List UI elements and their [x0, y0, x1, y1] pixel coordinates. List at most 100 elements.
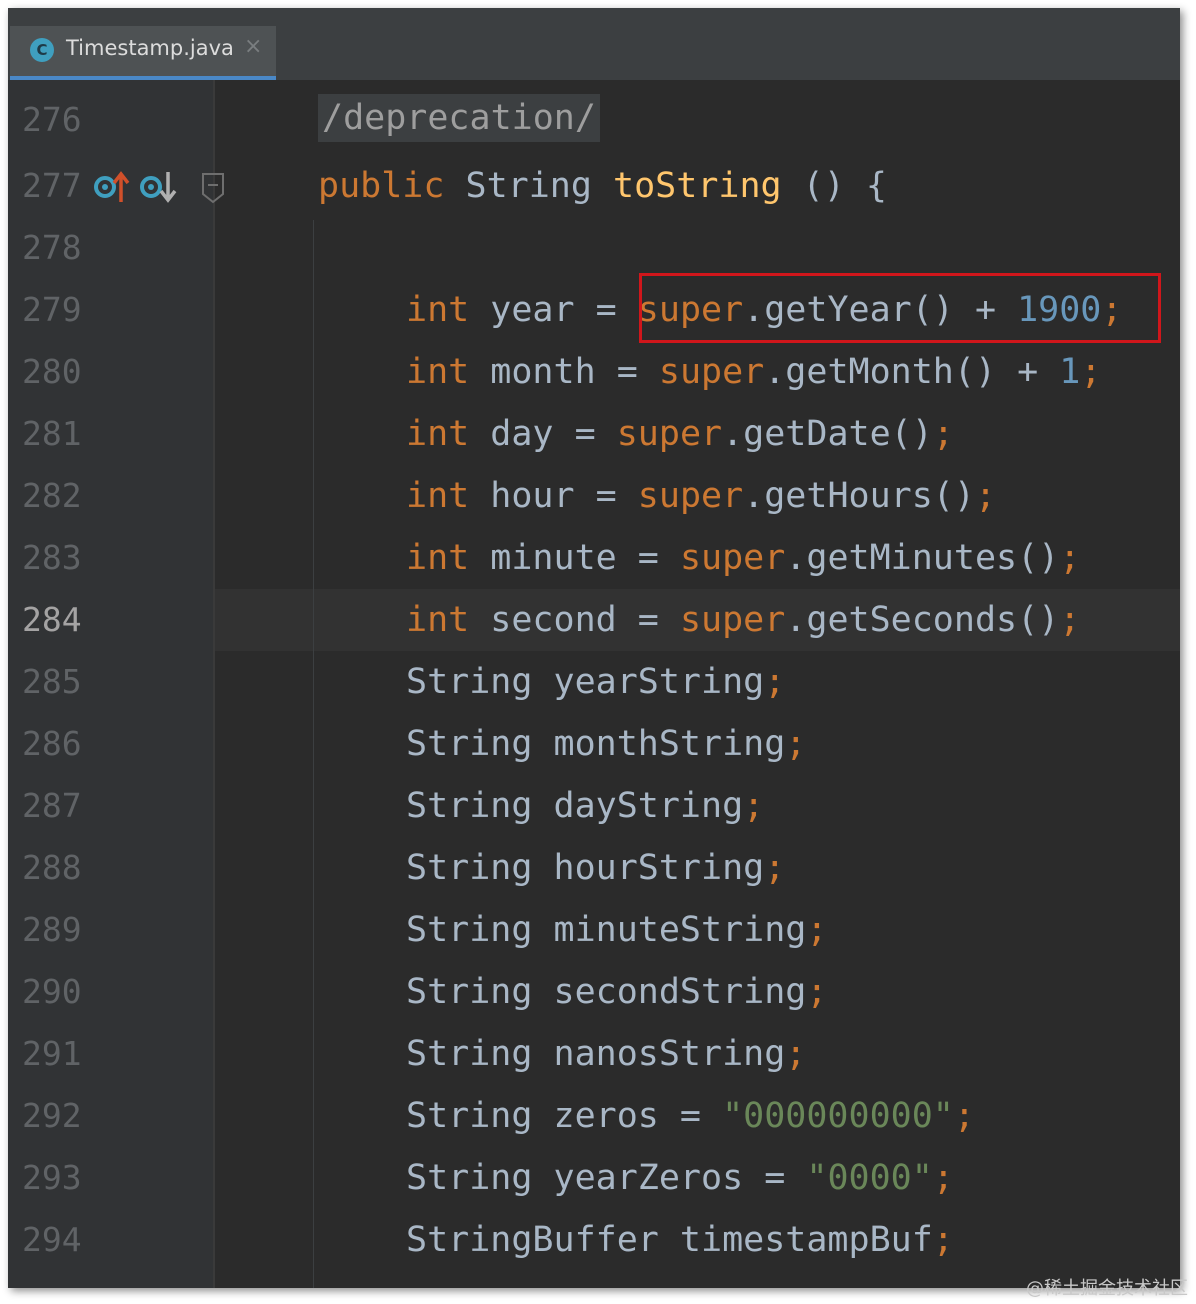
- code-text: int day = super.getDate();: [406, 414, 954, 454]
- token-semicolon: ;: [974, 476, 997, 516]
- token-decl: String secondString: [406, 972, 807, 1012]
- token-semicolon: ;: [932, 1158, 954, 1198]
- code-text: String yearZeros = "0000";: [406, 1158, 954, 1198]
- line-number: 292: [22, 1096, 82, 1135]
- token-keyword: int: [406, 352, 470, 392]
- token-semicolon: ;: [932, 414, 954, 454]
- token-keyword: int: [406, 476, 470, 516]
- line-number: 277: [22, 166, 82, 205]
- token-semicolon: ;: [1080, 352, 1102, 392]
- line-number: 291: [22, 1034, 82, 1073]
- token-semicolon: ;: [806, 972, 828, 1012]
- code-text: int month = super.getMonth() + 1;: [406, 352, 1101, 392]
- token-ident: hour =: [469, 476, 638, 516]
- token-ident: minute =: [469, 538, 680, 578]
- token-decl: StringBuffer timestampBuf: [406, 1220, 933, 1260]
- code-text: public String toString () {: [318, 166, 887, 206]
- token-call: .getMonth() +: [764, 352, 1060, 392]
- token-string: "000000000": [722, 1096, 954, 1136]
- code-text: String minuteString;: [406, 910, 827, 950]
- code-line: 282 int hour = super.getHours();: [8, 468, 1180, 530]
- line-number: 287: [22, 786, 82, 825]
- code-line-current: 284 int second = super.getSeconds();: [8, 592, 1180, 654]
- editor-window: C Timestamp.java × 276 /deprecation/ 277: [8, 8, 1180, 1288]
- token-semicolon: ;: [1059, 538, 1081, 578]
- line-number: 282: [22, 476, 82, 515]
- code-line: 283 int minute = super.getMinutes();: [8, 530, 1180, 592]
- token-string: "0000": [806, 1158, 933, 1198]
- code-text: String nanosString;: [406, 1034, 806, 1074]
- token-keyword: super: [637, 476, 744, 516]
- code-line: 285 String yearString;: [8, 654, 1180, 716]
- token-keyword: super: [679, 600, 786, 640]
- code-line: 287 String dayString;: [8, 778, 1180, 840]
- line-number: 278: [22, 228, 82, 267]
- token-ident: year =: [469, 290, 638, 330]
- token-call: .getSeconds(): [785, 600, 1060, 640]
- token-keyword: public: [318, 166, 445, 206]
- token-decl: String zeros =: [406, 1096, 723, 1136]
- token-decl: String nanosString: [406, 1034, 786, 1074]
- line-number: 283: [22, 538, 82, 577]
- token-keyword: int: [406, 290, 470, 330]
- override-down-icon[interactable]: [140, 170, 180, 211]
- code-text: String hourString;: [406, 848, 785, 888]
- code-line: 288 String hourString;: [8, 840, 1180, 902]
- code-line: 289 String minuteString;: [8, 902, 1180, 964]
- token-punct: () {: [781, 166, 887, 206]
- code-text: StringBuffer timestampBuf;: [406, 1220, 954, 1260]
- token-decl: String dayString: [406, 786, 744, 826]
- code-line: 294 StringBuffer timestampBuf;: [8, 1212, 1180, 1274]
- token-decl: String monthString: [406, 724, 786, 764]
- line-number: 288: [22, 848, 82, 887]
- line-number: 281: [22, 414, 82, 453]
- line-number: 294: [22, 1220, 82, 1259]
- token-semicolon: ;: [743, 786, 765, 826]
- tab-timestamp-java[interactable]: C Timestamp.java ×: [10, 26, 276, 80]
- token-ident: day =: [469, 414, 617, 454]
- line-number: 280: [22, 352, 82, 391]
- code-text: int hour = super.getHours();: [406, 476, 996, 516]
- token-number: 1: [1059, 352, 1081, 392]
- token-keyword: super: [658, 352, 765, 392]
- code-text: int minute = super.getMinutes();: [406, 538, 1080, 578]
- code-line: 291 String nanosString;: [8, 1026, 1180, 1088]
- line-number: 290: [22, 972, 82, 1011]
- override-up-icon[interactable]: [94, 170, 130, 211]
- code-line: 277 public String toString () {: [8, 158, 1180, 220]
- token-decl: String hourString: [406, 848, 765, 888]
- code-text: String zeros = "000000000";: [406, 1096, 975, 1136]
- code-line: 281 int day = super.getDate();: [8, 406, 1180, 468]
- code-editor[interactable]: 276 /deprecation/ 277 public String toSt…: [8, 80, 1180, 1288]
- code-line: 280 int month = super.getMonth() + 1;: [8, 344, 1180, 406]
- highlight-box: [639, 273, 1161, 343]
- tab-label: Timestamp.java: [66, 36, 234, 60]
- code-line: 292 String zeros = "000000000";: [8, 1088, 1180, 1150]
- line-number: 286: [22, 724, 82, 763]
- token-semicolon: ;: [953, 1096, 975, 1136]
- annotation: /deprecation/: [318, 94, 600, 142]
- line-number: 289: [22, 910, 82, 949]
- token-method: toString: [613, 166, 782, 206]
- code-line: 286 String monthString;: [8, 716, 1180, 778]
- token-semicolon: ;: [764, 662, 786, 702]
- token-keyword: super: [679, 538, 786, 578]
- token-decl: String yearZeros =: [406, 1158, 807, 1198]
- close-icon[interactable]: ×: [244, 34, 262, 59]
- token-decl: String yearString: [406, 662, 765, 702]
- token-call: .getMinutes(): [785, 538, 1060, 578]
- code-text: String yearString;: [406, 662, 785, 702]
- token-ident: month =: [469, 352, 659, 392]
- line-number: 284: [22, 600, 82, 639]
- token-keyword: int: [406, 600, 470, 640]
- code-line: 293 String yearZeros = "0000";: [8, 1150, 1180, 1212]
- token-type: String: [465, 166, 592, 206]
- token-semicolon: ;: [1059, 600, 1081, 640]
- token-keyword: int: [406, 538, 470, 578]
- class-c-icon: C: [30, 38, 54, 62]
- watermark: @稀土掘金技术社区: [1026, 1278, 1188, 1299]
- line-number: 276: [22, 100, 82, 139]
- code-text: /deprecation/: [318, 94, 600, 142]
- fold-marker-icon[interactable]: [201, 172, 224, 204]
- token-semicolon: ;: [806, 910, 828, 950]
